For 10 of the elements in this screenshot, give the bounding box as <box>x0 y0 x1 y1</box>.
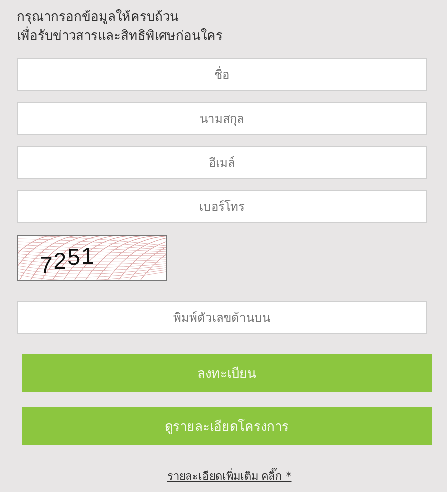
input-field[interactable]: ชื่อ <box>17 58 427 91</box>
action-button[interactable]: ดูรายละเอียดโครงการ <box>22 407 432 445</box>
heading-text: เพื่อรับข่าวสารและสิทธิพิเศษก่อนใคร <box>17 27 432 46</box>
input-field[interactable]: นามสกุล <box>17 102 427 135</box>
input-field[interactable]: อีเมล์ <box>17 146 427 179</box>
input-field[interactable]: เบอร์โทร <box>17 190 427 223</box>
captcha-input-field[interactable]: พิมพ์ตัวเลขด้านบน <box>17 301 427 334</box>
more-details-link[interactable]: รายละเอียดเพิ่มเติม คลิ๊ก * <box>167 467 292 485</box>
action-button[interactable]: ลงทะเบียน <box>22 354 432 392</box>
heading-text: กรุณากรอกข้อมูลให้ครบถ้วน <box>17 8 180 26</box>
